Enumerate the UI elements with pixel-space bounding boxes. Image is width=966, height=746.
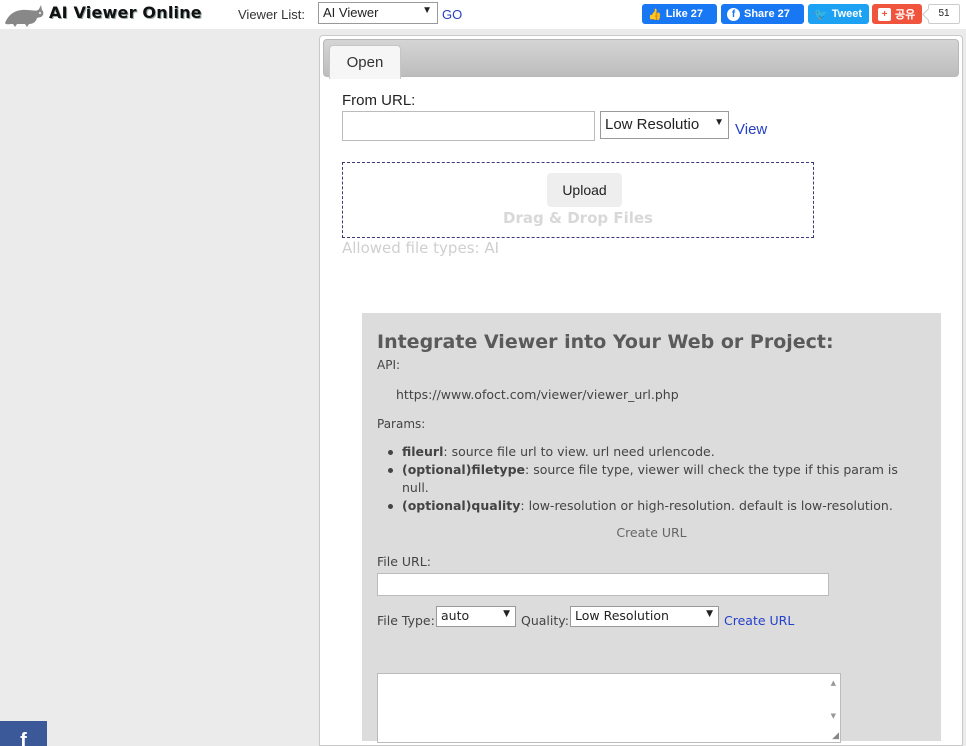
floating-facebook-button[interactable]: f [0, 721, 47, 746]
allowed-file-types: Allowed file types: AI [342, 239, 500, 257]
viewer-select-value: AI Viewer [323, 5, 379, 20]
params-label: Params: [377, 417, 426, 431]
api-url: https://www.ofoct.com/viewer/viewer_url.… [396, 387, 679, 402]
param-name: (optional)quality [402, 498, 521, 513]
viewer-list-label: Viewer List: [238, 7, 305, 22]
param-name: fileurl [402, 444, 444, 459]
scroll-down-icon[interactable]: ▼ [831, 712, 836, 720]
plus-icon: + [878, 7, 891, 21]
kakao-share-button[interactable]: + 공유 [872, 4, 922, 24]
chevron-down-icon: ▼ [422, 5, 432, 16]
drag-drop-text: Drag & Drop Files [503, 209, 653, 227]
integrate-section: Integrate Viewer into Your Web or Projec… [362, 313, 941, 743]
quality-select[interactable]: Low Resolution ▼ [570, 606, 719, 627]
resize-grip-icon[interactable]: ◢ [832, 731, 839, 741]
chevron-down-icon: ▼ [706, 609, 713, 619]
integrate-title: Integrate Viewer into Your Web or Projec… [377, 331, 834, 353]
file-type-select[interactable]: auto ▼ [436, 606, 516, 627]
logo-cat-icon[interactable] [3, 3, 45, 27]
share-count-badge: 51 [928, 4, 960, 24]
list-item: (optional)filetype: source file type, vi… [386, 461, 906, 497]
tab-bar: Open [323, 39, 959, 79]
param-desc: : source file url to view. url need urle… [443, 444, 715, 459]
like-label: Like 27 [665, 8, 704, 20]
tweet-label: Tweet [831, 8, 863, 20]
from-url-label: From URL: [342, 92, 416, 109]
scroll-up-icon[interactable]: ▲ [831, 679, 836, 687]
tweet-button[interactable]: 🐦 Tweet [808, 4, 869, 24]
file-url-label: File URL: [377, 554, 431, 569]
quality-label: Quality: [521, 613, 569, 628]
top-bar: AI Viewer Online Viewer List: AI Viewer … [0, 0, 966, 29]
create-url-link[interactable]: Create URL [724, 613, 794, 628]
list-item: fileurl: source file url to view. url ne… [386, 443, 906, 461]
file-url-input[interactable] [377, 573, 829, 596]
chevron-down-icon: ▼ [712, 117, 724, 128]
param-name: (optional)filetype [402, 462, 526, 477]
facebook-share-button[interactable]: f Share 27 [721, 4, 804, 24]
list-item: (optional)quality: low-resolution or hig… [386, 497, 906, 515]
facebook-icon: f [20, 730, 27, 746]
facebook-like-button[interactable]: 👍 Like 27 [642, 4, 717, 24]
param-desc: : low-resolution or high-resolution. def… [520, 498, 893, 513]
upload-button[interactable]: Upload [547, 173, 622, 207]
main-panel: Open From URL: Low Resolutio ▼ View Uplo… [319, 35, 963, 746]
facebook-icon: f [727, 7, 740, 21]
go-link[interactable]: GO [442, 7, 462, 22]
share-label: Share 27 [744, 8, 790, 20]
viewer-select[interactable]: AI Viewer ▼ [318, 2, 438, 24]
file-type-label: File Type: [377, 613, 435, 628]
chevron-down-icon: ▼ [503, 609, 510, 619]
params-list: fileurl: source file url to view. url ne… [386, 443, 906, 515]
api-label: API: [377, 358, 401, 372]
logo-text[interactable]: AI Viewer Online [49, 3, 202, 22]
resolution-select-value: Low Resolutio [605, 116, 700, 133]
file-type-value: auto [441, 608, 470, 623]
thumbs-up-icon: 👍 [648, 8, 662, 21]
result-url-textarea[interactable]: ▲ ▼ ◢ [377, 673, 841, 743]
resolution-select[interactable]: Low Resolutio ▼ [600, 111, 729, 139]
twitter-bird-icon: 🐦 [814, 8, 828, 21]
kakao-share-label: 공유 [895, 9, 916, 21]
view-link[interactable]: View [735, 121, 767, 138]
url-input[interactable] [342, 111, 595, 141]
drop-zone[interactable]: Upload Drag & Drop Files [342, 162, 814, 238]
tab-open[interactable]: Open [329, 45, 401, 79]
create-url-caption: Create URL [616, 525, 687, 540]
quality-value: Low Resolution [575, 608, 669, 623]
